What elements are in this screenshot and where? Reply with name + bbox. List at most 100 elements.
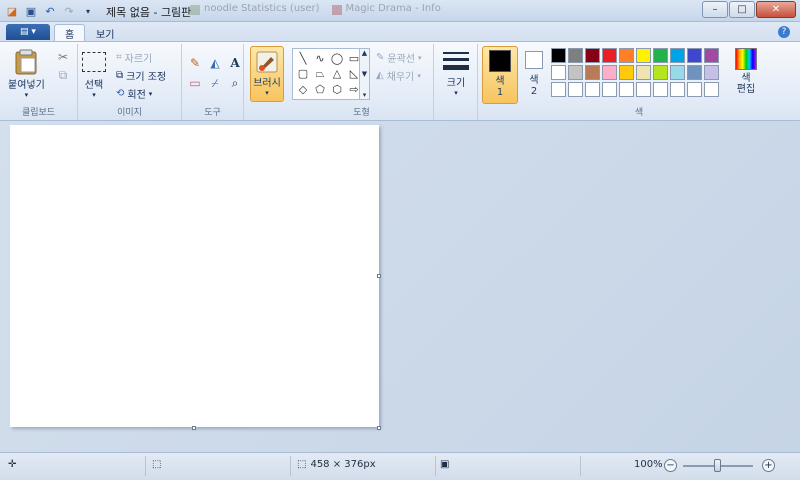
palette-swatch[interactable] (636, 65, 651, 80)
palette-swatch[interactable] (687, 65, 702, 80)
brush-icon (256, 51, 278, 73)
eraser-icon[interactable]: ▭ (186, 74, 204, 92)
palette-swatch[interactable] (602, 65, 617, 80)
save-icon[interactable]: ▣ (23, 3, 39, 19)
tab-view[interactable]: 보기 (86, 24, 124, 42)
palette-swatch[interactable] (653, 48, 668, 63)
oval-shape-icon[interactable]: ◯ (329, 51, 345, 65)
edit-colors-button[interactable]: 색 편집 (732, 48, 760, 95)
customize-qat-chevron-icon[interactable]: ▾ (80, 3, 96, 19)
palette-swatch[interactable] (670, 82, 685, 97)
magnifier-icon[interactable]: ⌕ (226, 74, 244, 92)
copy-icon[interactable]: ⧉ (54, 66, 72, 84)
shapes-gallery-scroll[interactable]: ▲ ▼ ▾ (360, 48, 370, 100)
hexagon-shape-icon[interactable]: ⬡ (329, 83, 345, 97)
palette-swatch[interactable] (636, 48, 651, 63)
outline-button[interactable]: ✎ 윤곽선 ▾ (376, 50, 422, 65)
tab-home[interactable]: 홈 (54, 24, 86, 42)
help-icon[interactable]: ? (778, 26, 790, 38)
palette-swatch[interactable] (619, 82, 634, 97)
size-label: 크기 (446, 78, 466, 89)
palette-swatch[interactable] (551, 65, 566, 80)
rotate-button[interactable]: ⟲ 회전 ▾ (116, 86, 152, 101)
palette-swatch[interactable] (704, 82, 719, 97)
pencil-icon[interactable]: ✎ (186, 54, 204, 72)
diamond-shape-icon[interactable]: ◇ (295, 83, 311, 97)
color2-button[interactable]: 색 2 (522, 46, 546, 104)
status-separator (435, 456, 436, 476)
curve-shape-icon[interactable]: ∿ (312, 51, 328, 65)
line-width-icon (443, 52, 469, 70)
canvas-workspace[interactable] (0, 121, 800, 452)
palette-swatch[interactable] (653, 82, 668, 97)
text-icon[interactable]: A (226, 54, 244, 72)
triangle-shape-icon[interactable]: △ (329, 66, 345, 81)
minimize-button[interactable]: – (702, 1, 728, 18)
palette-swatch[interactable] (704, 65, 719, 80)
palette-swatch[interactable] (551, 48, 566, 63)
background-taskbar-ghost: noodle Statistics (user) Magic Drama - I… (190, 3, 441, 15)
polygon-shape-icon[interactable]: ⏢ (312, 66, 328, 81)
size-button[interactable]: 크기 ▾ (442, 50, 470, 97)
paint-app-icon[interactable]: ◪ (4, 3, 20, 19)
select-button[interactable]: 선택 ▾ (82, 52, 106, 99)
crop-icon: ⌗ (116, 52, 122, 63)
color1-button[interactable]: 색 1 (482, 46, 518, 104)
palette-swatch[interactable] (551, 82, 566, 97)
pentagon-shape-icon[interactable]: ⬠ (312, 83, 328, 97)
scroll-up-icon[interactable]: ▲ (362, 49, 367, 57)
size-group: 크기 ▾ (434, 44, 478, 120)
color-picker-icon[interactable]: ⌿ (206, 74, 224, 92)
palette-swatch[interactable] (602, 82, 617, 97)
palette-swatch[interactable] (619, 65, 634, 80)
ghost-tab-1: noodle Statistics (user) (190, 3, 320, 15)
zoom-in-button[interactable]: + (762, 459, 775, 472)
cut-icon[interactable]: ✂ (54, 48, 72, 66)
resize-handle-right[interactable] (377, 274, 381, 278)
undo-icon[interactable]: ↶ (42, 3, 58, 19)
edit-colors-label-line1: 색 (741, 73, 751, 84)
fill-button[interactable]: ◭ 채우기 ▾ (376, 68, 421, 83)
close-button[interactable]: ✕ (756, 1, 796, 18)
palette-swatch[interactable] (670, 48, 685, 63)
resize-handle-bottom[interactable] (192, 426, 196, 430)
redo-icon[interactable]: ↷ (61, 3, 77, 19)
palette-swatch[interactable] (653, 65, 668, 80)
palette-swatch[interactable] (568, 65, 583, 80)
palette-swatch[interactable] (704, 48, 719, 63)
resize-button[interactable]: ⧉ 크기 조정 (116, 68, 166, 83)
paste-button[interactable]: 붙여넣기 ▾ (8, 48, 45, 99)
app-menu-button[interactable]: ▤ ▾ (6, 24, 50, 40)
palette-swatch[interactable] (585, 48, 600, 63)
palette-swatch[interactable] (619, 48, 634, 63)
palette-swatch[interactable] (636, 82, 651, 97)
fill-bucket-icon[interactable]: ◭ (206, 54, 224, 72)
palette-swatch[interactable] (687, 82, 702, 97)
shapes-group-label: 도형 (353, 108, 370, 118)
scroll-down-icon[interactable]: ▼ (362, 70, 367, 78)
fill-label: 채우기 (386, 72, 415, 83)
zoom-slider-thumb[interactable] (714, 459, 721, 472)
crop-button[interactable]: ⌗ 자르기 (116, 50, 152, 65)
maximize-button[interactable]: □ (729, 1, 755, 18)
palette-swatch[interactable] (585, 65, 600, 80)
resize-handle-corner[interactable] (377, 426, 381, 430)
select-icon (82, 52, 106, 72)
line-shape-icon[interactable]: ╲ (295, 51, 311, 65)
palette-swatch[interactable] (568, 48, 583, 63)
select-label: 선택 (84, 80, 104, 91)
palette-swatch[interactable] (568, 82, 583, 97)
drawing-canvas[interactable] (10, 125, 379, 427)
colors-group-label: 색 (634, 108, 644, 118)
palette-swatch[interactable] (585, 82, 600, 97)
zoom-out-button[interactable]: − (664, 459, 677, 472)
palette-swatch[interactable] (670, 65, 685, 80)
brushes-button[interactable]: 브러시 ▾ (250, 46, 284, 102)
rounded-rectangle-shape-icon[interactable]: ▢ (295, 66, 311, 81)
palette-swatch[interactable] (602, 48, 617, 63)
color1-label-line1: 색 (495, 76, 505, 87)
cursor-position-icon: ✛ (8, 459, 17, 470)
color1-swatch (489, 50, 511, 72)
gallery-expand-icon[interactable]: ▾ (363, 91, 367, 99)
palette-swatch[interactable] (687, 48, 702, 63)
